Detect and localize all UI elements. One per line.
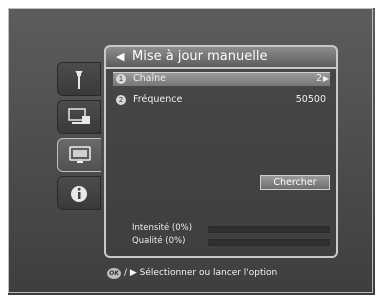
panel-title: Mise à jour manuelle xyxy=(132,49,268,64)
tab-tools[interactable] xyxy=(57,62,101,96)
row-label: Chaîne xyxy=(133,73,166,84)
tab-installation[interactable] xyxy=(57,100,101,134)
row-number-badge: 1 xyxy=(116,74,126,84)
row-frequency[interactable]: 2 Fréquence 50500 xyxy=(113,94,330,108)
tab-channel-search[interactable] xyxy=(57,138,101,172)
tab-information[interactable] xyxy=(57,176,101,210)
tv-icon xyxy=(69,146,91,163)
back-arrow-icon[interactable]: ◀ xyxy=(116,50,124,63)
signal-quality-label: Qualité (0%) xyxy=(132,236,186,246)
search-button[interactable]: Chercher xyxy=(260,175,330,190)
signal-quality-bar xyxy=(208,239,330,246)
signal-strength-bar xyxy=(208,226,330,233)
footer-hint: / ▶ Sélectionner ou lancer l'option xyxy=(124,268,278,278)
ok-key-icon: OK xyxy=(107,268,121,279)
tv-settings-icon xyxy=(68,108,90,124)
row-number-badge: 2 xyxy=(116,95,126,105)
info-icon xyxy=(71,186,87,202)
panel-title-bar: ◀ Mise à jour manuelle xyxy=(104,45,338,69)
signal-strength-label: Intensité (0%) xyxy=(132,223,193,233)
row-channel[interactable]: 1 Chaîne 2 ▶ xyxy=(113,72,330,86)
row-label: Fréquence xyxy=(133,94,183,105)
chevron-right-icon[interactable]: ▶ xyxy=(323,74,329,83)
wrench-icon xyxy=(75,70,83,89)
row-value: 50500 xyxy=(295,94,326,105)
row-value: 2 xyxy=(315,73,322,84)
